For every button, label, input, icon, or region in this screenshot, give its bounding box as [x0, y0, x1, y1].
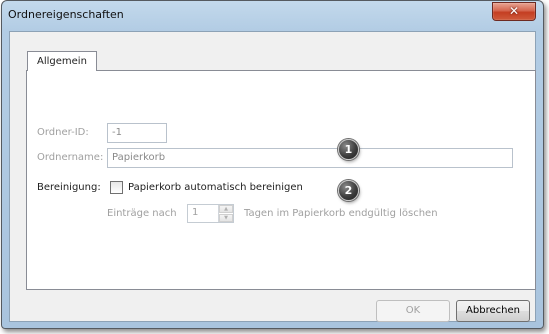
days-spinbox: 1 ▲ ▼ [187, 204, 234, 223]
auto-cleanup-checkbox-label[interactable]: Papierkorb automatisch bereinigen [128, 182, 303, 193]
auto-cleanup-checkbox[interactable] [110, 181, 123, 194]
folder-name-field: Papierkorb [107, 148, 513, 168]
spin-up-icon: ▲ [219, 205, 233, 213]
cancel-button[interactable]: Abbrechen [456, 300, 530, 322]
tab-allgemein[interactable]: Allgemein [27, 51, 97, 71]
title-bar[interactable]: Ordnereigenschaften ✕ [2, 1, 543, 31]
days-value: 1 [192, 207, 199, 218]
folder-name-label: Ordnername: [37, 152, 104, 163]
folder-id-label: Ordner-ID: [37, 127, 89, 138]
cleanup-label: Bereinigung: [37, 182, 101, 193]
spin-down-icon: ▼ [219, 214, 233, 222]
ok-button[interactable]: OK [376, 300, 450, 322]
entries-after-label: Einträge nach [107, 208, 177, 219]
dialog-client-area: Allgemein Ordner-ID: -1 Ordnername: Papi… [9, 31, 536, 322]
dialog-window: Ordnereigenschaften ✕ Allgemein Ordner-I… [1, 0, 544, 329]
days-spin-buttons: ▲ ▼ [218, 205, 233, 222]
callout-marker-1: 1 [338, 139, 359, 160]
close-icon: ✕ [508, 4, 520, 18]
folder-id-field: -1 [107, 123, 167, 143]
window-title: Ordnereigenschaften [8, 8, 124, 21]
close-button[interactable]: ✕ [492, 2, 536, 21]
callout-marker-2: 2 [338, 180, 359, 201]
days-delete-label: Tagen im Papierkorb endgültig löschen [244, 208, 438, 219]
general-tab-panel: Ordner-ID: -1 Ordnername: Papierkorb Ber… [26, 70, 536, 290]
